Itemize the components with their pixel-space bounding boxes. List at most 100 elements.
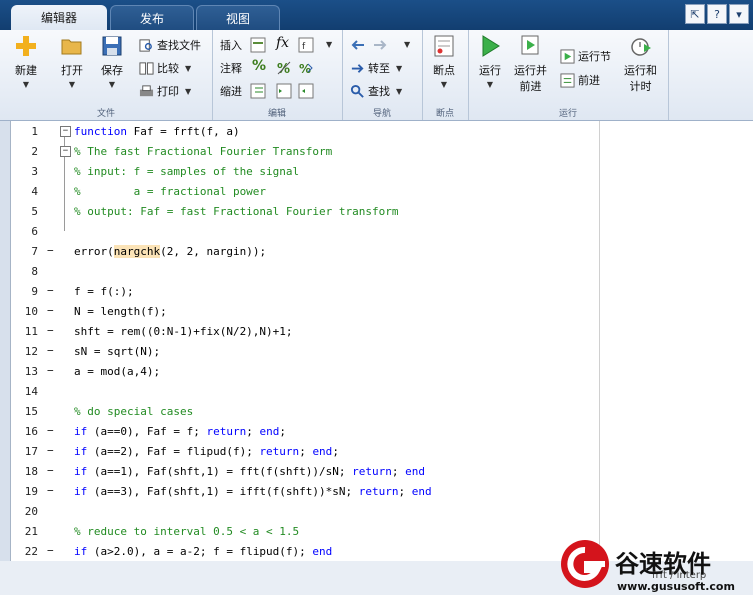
code-text: if (a==2), Faf = flipud(f); return; end; [74,445,339,458]
code-line[interactable]: 15 % do special cases [11,401,753,421]
code-line[interactable]: 11− shft = rem((0:N-1)+fix(N/2),N)+1; [11,321,753,341]
breakpoint-marker[interactable]: − [47,444,54,457]
save-dropdown-icon[interactable]: ▼ [109,80,115,89]
goto-button[interactable]: 转至 ▼ [350,60,402,76]
compare-button[interactable]: 比较 ▼ [139,60,191,76]
code-line[interactable]: 3 % input: f = samples of the signal [11,161,753,181]
open-dropdown-icon[interactable]: ▼ [69,80,75,89]
indent-button[interactable]: 缩进 [220,83,242,99]
code-line[interactable]: 6 [11,221,753,241]
code-line[interactable]: 17− if (a==2), Faf = flipud(f); return; e… [11,441,753,461]
tab-editor[interactable]: 编辑器 [11,5,107,30]
uncomment-icon[interactable]: % [276,60,292,76]
find-dropdown-icon[interactable]: ▼ [396,87,402,96]
line-number: 3 [31,165,38,178]
new-label: 新建 [15,64,37,77]
breakpoint-marker[interactable]: − [47,544,54,557]
decrease-indent-icon[interactable] [298,83,314,99]
code-line[interactable]: 18− if (a==1), Faf(shft,1) = fft(f(shft))… [11,461,753,481]
breakpoints-button[interactable]: 断点 ▼ [432,34,456,89]
line-number: 18 [24,465,38,478]
code-text: function Faf = frft(f, a) [74,125,240,138]
compare-dropdown-icon[interactable]: ▼ [185,64,191,73]
open-button[interactable]: 打开 ▼ [60,34,84,89]
fold-toggle-icon[interactable]: − [60,146,71,157]
svg-text:%: % [299,62,311,76]
forward-arrow-icon[interactable] [372,37,388,53]
run-button[interactable]: 运行 ▼ [478,34,502,89]
code-line[interactable]: 7− error(nargchk(2, 2, nargin)); [11,241,753,261]
print-dropdown-icon[interactable]: ▼ [185,87,191,96]
code-editor[interactable]: 1− function Faf = frft(f, a) 2−% The fast … [10,121,753,561]
code-text: a = mod(a,4); [74,365,161,378]
back-arrow-icon[interactable] [350,37,366,53]
insert-label: 插入 [220,39,242,52]
run-and-advance-icon [521,35,538,55]
breakpoint-marker[interactable]: − [47,424,54,437]
goto-dropdown-icon[interactable]: ▼ [396,64,402,73]
code-line[interactable]: 21 % reduce to interval 0.5 < a < 1.5 [11,521,753,541]
new-button[interactable]: 新建 ▼ [14,34,38,89]
code-line[interactable]: 20 [11,501,753,521]
comment-percent-icon[interactable]: % [252,58,266,74]
find-files-button[interactable]: 查找文件 [139,37,201,53]
function-browser-icon[interactable]: f [298,37,314,53]
breakpoint-marker[interactable]: − [47,244,54,257]
line-number: 15 [24,405,38,418]
magnifier-icon [350,84,364,98]
breakpoint-marker[interactable]: − [47,284,54,297]
find-files-icon [139,38,152,52]
code-line[interactable]: 19− if (a==3), Faf(shft,1) = ifft(f(shft)… [11,481,753,501]
breakpoints-dropdown-icon[interactable]: ▼ [441,80,447,89]
breakpoint-marker[interactable]: − [47,364,54,377]
save-button[interactable]: 保存 ▼ [100,34,124,89]
toolstrip-tab-bar: 编辑器 发布 视图 ⇱ ? ▾ [0,0,753,31]
find-button[interactable]: 查找 ▼ [350,83,402,99]
print-button[interactable]: 打印 ▼ [139,83,191,99]
run-and-advance-button[interactable]: 运行并 前进 [514,34,547,94]
code-text: N = length(f); [74,305,167,318]
code-text: if (a==3), Faf(shft,1) = ifft(f(shft))*s… [74,485,432,498]
code-line[interactable]: 16− if (a==0), Faf = f; return; end; [11,421,753,441]
code-line[interactable]: 2 −% The fast Fractional Fourier Transfor… [11,141,753,161]
insert-dropdown-icon[interactable]: ▼ [326,40,332,49]
code-line[interactable]: 14 [11,381,753,401]
run-and-time-label-2: 计时 [629,80,652,93]
navigate-history-dropdown-icon[interactable]: ▼ [404,40,410,49]
breakpoint-marker[interactable]: − [47,344,54,357]
code-line[interactable]: 12− sN = sqrt(N); [11,341,753,361]
tab-publish[interactable]: 发布 [110,5,194,31]
breakpoint-marker[interactable]: − [47,464,54,477]
advance-label: 前进 [578,74,600,87]
breakpoint-marker[interactable]: − [47,304,54,317]
help-button[interactable]: ? [707,4,727,24]
run-section-button[interactable]: 运行节 [560,48,611,64]
new-dropdown-icon[interactable]: ▼ [23,80,29,89]
tab-view[interactable]: 视图 [196,5,280,31]
breakpoint-marker[interactable]: − [47,324,54,337]
line-number: 4 [31,185,38,198]
breakpoint-marker[interactable]: − [47,484,54,497]
code-line[interactable]: 13− a = mod(a,4); [11,361,753,381]
comment-button[interactable]: 注释 [220,60,242,76]
minimize-toolstrip-button[interactable]: ▾ [729,4,749,24]
code-line[interactable]: 5 % output: Faf = fast Fractional Fourier… [11,201,753,221]
navigate-group: ▼ 转至 ▼ 查找 ▼ 导航 [342,30,423,120]
code-line[interactable]: 10− N = length(f); [11,301,753,321]
run-and-time-button[interactable]: 运行和 计时 [624,34,657,94]
advance-button[interactable]: 前进 [560,72,600,88]
wrap-comments-icon[interactable]: % [298,60,314,76]
insert-function-button[interactable]: fx [276,35,289,51]
insert-section-icon[interactable] [250,37,266,53]
code-line[interactable]: 4 % a = fractional power [11,181,753,201]
code-line[interactable]: 9− f = f(:); [11,281,753,301]
insert-button[interactable]: 插入 [220,37,242,53]
undock-button[interactable]: ⇱ [685,4,705,24]
run-dropdown-icon[interactable]: ▼ [487,80,493,89]
increase-indent-icon[interactable] [276,83,292,99]
smart-indent-icon[interactable] [250,83,266,99]
line-number: 5 [31,205,38,218]
code-line[interactable]: 1 − function Faf = frft(f, a) [11,121,753,141]
fold-toggle-icon[interactable]: − [60,126,71,137]
code-line[interactable]: 8 [11,261,753,281]
